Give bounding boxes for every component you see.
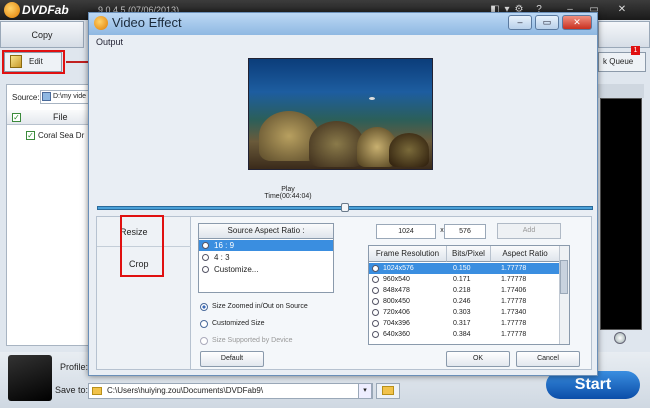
add-button[interactable]: Add (497, 223, 561, 239)
cell-bits: 0.218 (453, 287, 471, 294)
aspect-16-9-radio[interactable] (202, 242, 209, 249)
row-radio[interactable] (372, 276, 379, 283)
source-drive-icon (42, 92, 51, 101)
right-panel-header (598, 84, 644, 98)
task-queue-badge: 1 (631, 46, 640, 55)
cell-resolution: 848x478 (383, 287, 410, 294)
dvdfab-logo-icon (4, 2, 20, 18)
aspect-option-4-3[interactable]: 4 : 3 (212, 252, 342, 263)
cell-resolution: 704x396 (383, 320, 410, 327)
bits-pixel-header: Bits/Pixel (447, 246, 491, 262)
size-zoomed-label: Size Zoomed in/Out on Source (212, 303, 308, 310)
table-row[interactable]: 1024x576 0.150 1.77778 (369, 263, 559, 274)
dialog-maximize-button[interactable]: ▭ (535, 15, 559, 30)
cell-resolution: 640x360 (383, 331, 410, 338)
source-label: Source: (12, 93, 40, 102)
dvdfab-dialog-icon (94, 16, 108, 30)
saveto-path-field[interactable]: C:\Users\huiying.zou\Documents\DVDFab9\ (88, 383, 373, 399)
saveto-label: Save to: (55, 385, 89, 395)
output-label: Output (96, 37, 124, 47)
cell-bits: 0.317 (453, 320, 471, 327)
default-button[interactable]: Default (200, 351, 264, 367)
aspect-ratio-header: Source Aspect Ratio : (198, 223, 334, 239)
app-close-button[interactable]: ✕ (612, 3, 632, 17)
cell-aspect: 1.77340 (501, 309, 527, 316)
aspect-customize-radio[interactable] (202, 266, 209, 273)
height-input[interactable]: 576 (444, 224, 486, 239)
tab-copy[interactable]: Copy (0, 21, 84, 48)
aspect-option-16-9[interactable]: 16 : 9 (212, 240, 342, 251)
cell-resolution: 800x450 (383, 298, 410, 305)
saveto-folder-icon (92, 387, 102, 395)
cell-bits: 0.246 (453, 298, 471, 305)
folder-icon (382, 386, 394, 395)
size-device-radio[interactable] (200, 337, 208, 345)
size-customized-radio[interactable] (200, 320, 208, 328)
video-preview (248, 58, 433, 170)
device-ps3-icon[interactable] (8, 355, 52, 401)
volume-slider-knob[interactable] (614, 332, 626, 344)
frame-resolution-header: Frame Resolution (369, 246, 447, 262)
size-zoomed-radio[interactable] (200, 303, 208, 311)
cell-bits: 0.384 (453, 331, 471, 338)
tab-more[interactable] (598, 21, 650, 48)
cell-resolution: 720x406 (383, 309, 410, 316)
row-radio[interactable] (372, 309, 379, 316)
table-row[interactable]: 800x450 0.246 1.77778 (369, 296, 559, 307)
width-input[interactable]: 1024 (376, 224, 436, 239)
cancel-button[interactable]: Cancel (516, 351, 580, 367)
table-row[interactable]: 960x540 0.171 1.77778 (369, 274, 559, 285)
task-queue-button[interactable]: k Queue (598, 52, 646, 72)
preview-panel (600, 98, 642, 330)
dialog-close-button[interactable]: ✕ (562, 15, 592, 30)
select-all-checkbox[interactable]: ✓ (12, 113, 21, 122)
cell-bits: 0.150 (453, 265, 471, 272)
size-device-label: Size Supported by Device (212, 337, 293, 344)
row-radio[interactable] (372, 265, 379, 272)
resolution-scroll-thumb[interactable] (560, 260, 568, 294)
table-row[interactable]: 720x406 0.303 1.77340 (369, 307, 559, 318)
aspect-4-3-radio[interactable] (202, 254, 209, 261)
profile-label: Profile: (60, 362, 89, 372)
size-customized-label: Customized Size (212, 320, 265, 327)
seek-knob[interactable] (341, 203, 349, 212)
table-row[interactable]: 704x396 0.317 1.77778 (369, 318, 559, 329)
table-row[interactable]: 640x360 0.384 1.77778 (369, 329, 559, 340)
cell-aspect: 1.77406 (501, 287, 527, 294)
cell-resolution: 960x540 (383, 276, 410, 283)
cell-aspect: 1.77778 (501, 276, 527, 283)
app-brand: DVDFab (22, 3, 69, 17)
cell-aspect: 1.77778 (501, 298, 527, 305)
cell-aspect: 1.77778 (501, 320, 527, 327)
tabs-highlight-box (120, 215, 164, 277)
row-radio[interactable] (372, 287, 379, 294)
cell-bits: 0.303 (453, 309, 471, 316)
row-radio[interactable] (372, 298, 379, 305)
row-radio[interactable] (372, 320, 379, 327)
row-radio[interactable] (372, 331, 379, 338)
edit-highlight-box (2, 50, 65, 74)
saveto-dropdown-icon[interactable]: ▾ (358, 383, 372, 399)
cell-bits: 0.171 (453, 276, 471, 283)
cell-resolution: 1024x576 (383, 265, 414, 272)
file-item-checkbox[interactable]: ✓ (26, 131, 35, 140)
dialog-minimize-button[interactable]: – (508, 15, 532, 30)
aspect-option-customize[interactable]: Customize... (212, 264, 342, 275)
dialog-title: Video Effect (112, 15, 182, 30)
play-time-label: Play Time(00:44:04) (264, 186, 312, 200)
aspect-ratio-header-col: Aspect Ratio (491, 246, 559, 262)
ok-button[interactable]: OK (446, 351, 510, 367)
file-item-title[interactable]: Coral Sea Dr (38, 131, 90, 140)
cell-aspect: 1.77778 (501, 265, 527, 272)
cell-aspect: 1.77778 (501, 331, 527, 338)
table-row[interactable]: 848x478 0.218 1.77406 (369, 285, 559, 296)
